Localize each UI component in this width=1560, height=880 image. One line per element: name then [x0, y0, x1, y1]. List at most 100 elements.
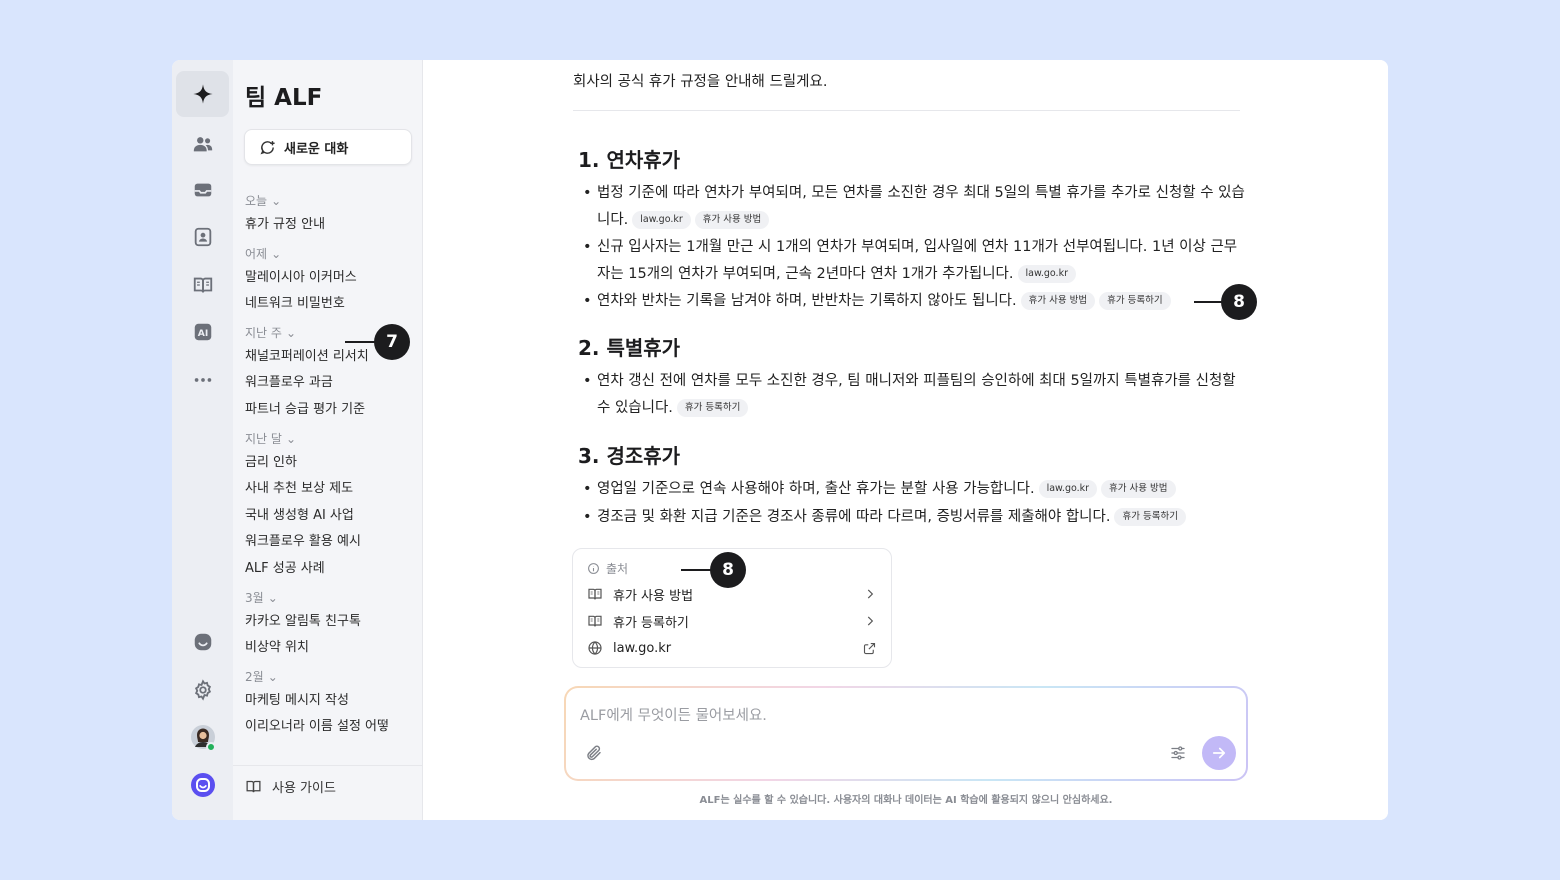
history-item[interactable]: 국내 생성형 AI 사업 — [245, 503, 422, 530]
info-icon — [587, 562, 600, 575]
user-guide-label: 사용 가이드 — [272, 781, 336, 796]
globe-icon — [587, 640, 603, 656]
section-title: 2. 특별휴가 — [578, 336, 681, 360]
settings-icon[interactable] — [176, 667, 229, 713]
ai-disclaimer: ALF는 실수를 할 수 있습니다. 사용자의 대화나 데이터는 AI 학습에 … — [699, 795, 1113, 806]
more-icon[interactable] — [176, 357, 229, 403]
history-item[interactable]: 비상약 위치 — [245, 635, 422, 662]
external-link-icon — [862, 641, 877, 656]
citation-chip[interactable]: 휴가 등록하기 — [676, 399, 749, 417]
citation-chip[interactable]: 휴가 등록하기 — [1114, 508, 1186, 526]
section-title: 1. 연차휴가 — [578, 148, 681, 172]
callout-badge-citation: 8 — [1221, 284, 1257, 320]
ai-icon[interactable]: AI — [176, 309, 229, 355]
contacts-icon[interactable] — [176, 214, 229, 260]
new-chat-button[interactable]: 새로운 대화 — [244, 129, 412, 165]
icon-rail: AI — [172, 60, 233, 820]
answer-bullet: 연차와 반차는 기록을 남겨야 하며, 반반차는 기록하지 않아도 됩니다.휴가… — [583, 288, 1248, 315]
book-icon — [587, 586, 603, 602]
arrow-right-icon — [1210, 744, 1228, 762]
conversation-history: 오늘 ⌄ 휴가 규정 안내 어제 ⌄ 말레이시아 이커머스 네트워크 비밀번호 지난… — [233, 186, 422, 756]
chevron-down-icon: ⌄ — [271, 194, 282, 208]
history-item[interactable]: 금리 인하 — [245, 450, 422, 477]
callout-line — [1194, 301, 1224, 303]
citation-chip[interactable]: 휴가 사용 방법 — [1101, 480, 1176, 498]
citation-chip[interactable]: 휴가 사용 방법 — [1020, 292, 1096, 310]
history-group-label[interactable]: 3월 ⌄ — [245, 587, 422, 609]
online-status-dot — [206, 742, 216, 752]
chevron-right-icon — [863, 614, 877, 628]
sources-title: 출처 — [606, 562, 629, 576]
book-open-icon — [245, 778, 262, 795]
history-group-label[interactable]: 2월 ⌄ — [245, 666, 422, 688]
new-chat-label: 새로운 대화 — [284, 141, 349, 157]
svg-text:AI: AI — [197, 328, 208, 339]
citation-chip[interactable]: law.go.kr — [1038, 480, 1098, 498]
composer-inner: ALF에게 무엇이든 물어보세요. — [566, 688, 1246, 779]
source-label: 휴가 사용 방법 — [613, 588, 694, 604]
attach-icon[interactable] — [585, 744, 603, 766]
app-window: AI 팀 ALF 새로운 대화 오늘 ⌄ 휴가 규정 안내 어제 ⌄ 말레이시아… — [172, 60, 1388, 820]
history-group-yesterday: 어제 ⌄ 말레이시아 이커머스 네트워크 비밀번호 — [233, 243, 422, 318]
history-item[interactable]: 말레이시아 이커머스 — [245, 265, 422, 292]
history-group-label[interactable]: 지난 달 ⌄ — [245, 428, 422, 450]
settings-sliders-icon[interactable] — [1169, 744, 1187, 766]
citation-chip[interactable]: 휴가 등록하기 — [1099, 292, 1171, 310]
book-icon[interactable] — [176, 262, 229, 308]
chat-main: 회사의 공식 휴가 규정을 안내해 드릴게요. 1. 연차휴가 법정 기준에 따… — [423, 60, 1388, 820]
chat-icon[interactable] — [176, 619, 229, 665]
chevron-right-icon — [863, 587, 877, 601]
answer-bullet: 신규 입사자는 1개월 만근 시 1개의 연차가 부여되며, 입사일에 연차 1… — [583, 234, 1248, 288]
section-title: 3. 경조휴가 — [578, 444, 681, 468]
history-item[interactable]: 사내 추천 보상 제도 — [245, 476, 422, 503]
chevron-down-icon: ⌄ — [267, 669, 278, 684]
history-item[interactable]: 카카오 알림톡 친구톡 — [245, 609, 422, 636]
history-item[interactable]: 이리오너라 이름 설정 어떻 — [245, 714, 422, 741]
history-item[interactable]: 워크플로우 활용 예시 — [245, 529, 422, 556]
team-icon[interactable] — [176, 121, 229, 167]
app-title: 팀 ALF — [245, 85, 323, 111]
chevron-down-icon: ⌄ — [285, 325, 296, 340]
divider — [573, 110, 1240, 111]
history-item[interactable]: 파트너 승급 평가 기준 — [245, 397, 422, 424]
history-item[interactable]: 네트워크 비밀번호 — [245, 291, 422, 318]
history-group-label[interactable]: 오늘 ⌄ — [245, 190, 422, 212]
history-item[interactable]: ALF 성공 사례 — [245, 556, 422, 583]
chevron-down-icon: ⌄ — [285, 431, 296, 446]
source-label: 휴가 등록하기 — [613, 615, 689, 631]
source-item[interactable]: law.go.kr — [587, 636, 877, 660]
chevron-down-icon: ⌄ — [271, 246, 282, 261]
source-item[interactable]: 휴가 등록하기 — [587, 609, 877, 633]
callout-badge-sidebar: 7 — [374, 324, 410, 360]
history-item[interactable]: 워크플로우 과금 — [245, 370, 422, 397]
citation-chip[interactable]: law.go.kr — [1017, 265, 1076, 283]
citation-chip[interactable]: 휴가 사용 방법 — [694, 211, 770, 229]
answer-bullet: 영업일 기준으로 연속 사용해야 하며, 출산 휴가는 분할 사용 가능합니다.… — [583, 476, 1248, 503]
book-icon — [587, 613, 603, 629]
message-composer: ALF에게 무엇이든 물어보세요. — [564, 686, 1248, 781]
history-item[interactable]: 휴가 규정 안내 — [245, 212, 422, 239]
history-group-march: 3월 ⌄ 카카오 알림톡 친구톡 비상약 위치 — [233, 587, 422, 662]
new-chat-icon — [259, 139, 276, 156]
answer-bullet: 법정 기준에 따라 연차가 부여되며, 모든 연차를 소진한 경우 최대 5일의… — [583, 180, 1248, 234]
history-group-today: 오늘 ⌄ 휴가 규정 안내 — [233, 190, 422, 239]
history-group-february: 2월 ⌄ 마케팅 메시지 작성 이리오너라 이름 설정 어떻 — [233, 666, 422, 741]
citation-chip[interactable]: law.go.kr — [632, 211, 691, 229]
inbox-icon[interactable] — [176, 167, 229, 213]
message-input[interactable]: ALF에게 무엇이든 물어보세요. — [580, 704, 767, 725]
assistant-intro: 회사의 공식 휴가 규정을 안내해 드릴게요. — [573, 74, 828, 90]
avatar[interactable] — [176, 714, 229, 760]
callout-line — [681, 569, 713, 571]
callout-badge-sources: 8 — [710, 552, 746, 588]
answer-bullet: 경조금 및 화환 지급 기준은 경조사 종류에 따라 다르며, 증빙서류를 제출… — [583, 504, 1248, 531]
sparkle-icon[interactable] — [176, 71, 229, 117]
conversation-sidebar: 팀 ALF 새로운 대화 오늘 ⌄ 휴가 규정 안내 어제 ⌄ 말레이시아 이커머스… — [233, 60, 423, 820]
channel-logo[interactable] — [176, 762, 229, 808]
send-button[interactable] — [1202, 736, 1236, 770]
answer-bullet: 연차 갱신 전에 연차를 모두 소진한 경우, 팀 매니저와 피플팀의 승인하에… — [583, 368, 1248, 422]
sources-header: 출처 — [587, 560, 628, 577]
chevron-down-icon: ⌄ — [267, 590, 278, 605]
history-item[interactable]: 마케팅 메시지 작성 — [245, 688, 422, 715]
history-group-label[interactable]: 어제 ⌄ — [245, 243, 422, 265]
user-guide-link[interactable]: 사용 가이드 — [233, 765, 422, 807]
